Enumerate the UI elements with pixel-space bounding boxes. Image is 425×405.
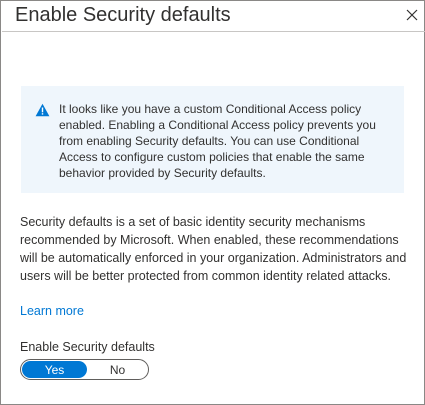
description-text: Security defaults is a set of basic iden… — [20, 215, 407, 283]
notice-text: It looks like you have a custom Conditio… — [59, 102, 376, 180]
toggle-option-yes[interactable]: Yes — [22, 361, 87, 378]
close-icon — [406, 9, 418, 21]
info-notice: It looks like you have a custom Conditio… — [21, 86, 404, 193]
toggle-option-no[interactable]: No — [90, 361, 145, 378]
warning-icon — [35, 103, 50, 117]
title-divider — [2, 31, 425, 32]
learn-more-link[interactable]: Learn more — [20, 302, 84, 320]
setting-label: Enable Security defaults — [20, 340, 155, 354]
enable-security-defaults-toggle[interactable]: Yes No — [20, 359, 149, 380]
security-defaults-panel: Enable Security defaults It looks like y… — [0, 0, 425, 405]
panel-title: Enable Security defaults — [15, 4, 231, 26]
close-button[interactable] — [401, 4, 423, 26]
